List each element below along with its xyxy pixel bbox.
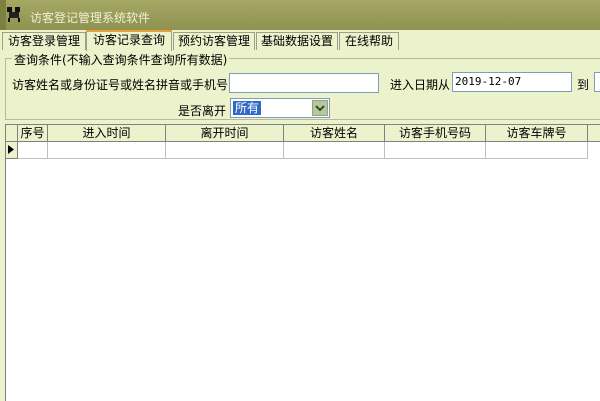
column-header-entry-time[interactable]: 进入时间 (48, 125, 166, 142)
date-to-input[interactable] (594, 72, 600, 92)
column-header-exit-time[interactable]: 离开时间 (166, 125, 284, 142)
window-title: 访客登记管理系统软件 (30, 11, 151, 25)
tab-appointments[interactable]: 预约访客管理 (173, 32, 255, 50)
column-header-visitor-phone[interactable]: 访客手机号码 (385, 125, 486, 142)
camera-icon (7, 7, 20, 22)
date-from-label: 进入日期从 (390, 78, 451, 92)
column-header-filler (588, 125, 600, 142)
date-to-label: 到 (577, 78, 590, 92)
title-bar[interactable]: 访客登记管理系统软件 (0, 0, 600, 30)
table-cell[interactable] (166, 142, 284, 159)
row-pointer-icon (8, 145, 14, 154)
tab-online-help[interactable]: 在线帮助 (339, 32, 399, 50)
table-cell[interactable] (385, 142, 486, 159)
table-cell[interactable] (486, 142, 588, 159)
row-indicator-header (6, 125, 18, 142)
records-table[interactable]: 序号 进入时间 离开时间 访客姓名 访客手机号码 访客车牌号 (5, 124, 600, 401)
left-status-label: 是否离开 (178, 104, 227, 118)
tab-visitor-records[interactable]: 访客记录查询 (86, 30, 172, 52)
name-search-label: 访客姓名或身份证号或姓名拼音或手机号 (12, 78, 229, 92)
date-from-input[interactable]: 2019-12-07 (452, 72, 572, 92)
table-cell[interactable] (18, 142, 48, 159)
column-header-visitor-name[interactable]: 访客姓名 (284, 125, 385, 142)
left-status-value: 所有 (233, 101, 262, 115)
dropdown-button[interactable] (312, 100, 328, 116)
tab-strip: 访客登录管理 访客记录查询 预约访客管理 基础数据设置 在线帮助 (0, 30, 600, 52)
query-group-title: 查询条件(不输入查询条件查询所有数据) (12, 51, 230, 68)
table-cell[interactable] (48, 142, 166, 159)
name-search-input[interactable] (229, 73, 379, 93)
current-row-indicator[interactable] (6, 142, 18, 159)
column-header-plate-number[interactable]: 访客车牌号 (486, 125, 588, 142)
left-status-select[interactable]: 所有 (230, 98, 330, 118)
tab-basic-data[interactable]: 基础数据设置 (256, 32, 338, 50)
chevron-down-icon (315, 105, 325, 112)
tab-visitor-login[interactable]: 访客登录管理 (2, 32, 86, 50)
column-header-index[interactable]: 序号 (18, 125, 48, 142)
table-cell[interactable] (284, 142, 385, 159)
